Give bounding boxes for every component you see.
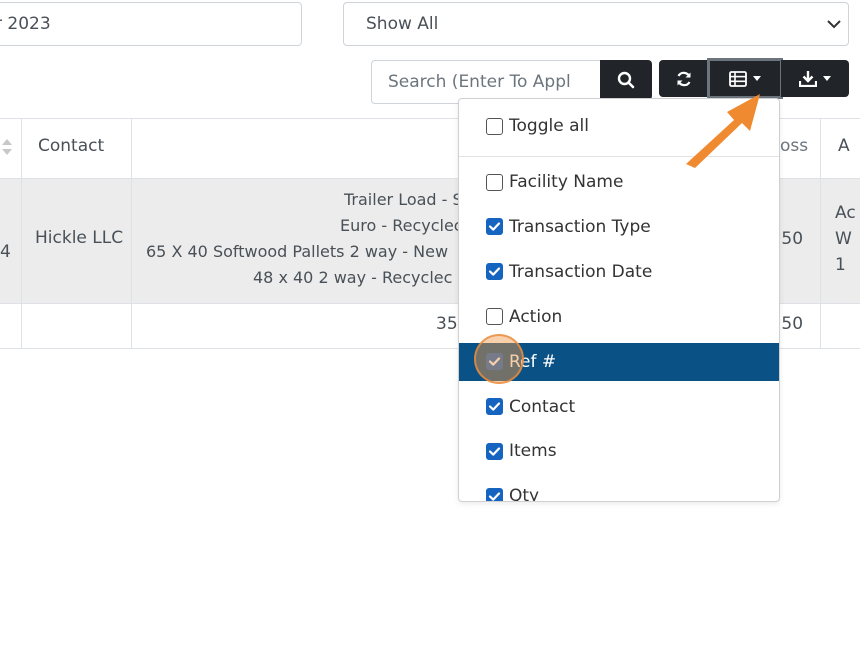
export-button[interactable] (781, 60, 849, 97)
check-icon (488, 222, 501, 232)
search-icon (617, 71, 635, 89)
click-indicator (474, 334, 524, 384)
checkbox[interactable] (486, 173, 503, 191)
row-contact-cell: Hickle LLC (35, 228, 124, 248)
menu-item-transaction-date[interactable]: Transaction Date (459, 253, 779, 291)
menu-item-qty[interactable]: Qty (459, 477, 779, 502)
item-line: Trailer Load - S (344, 190, 463, 209)
checkbox[interactable] (486, 487, 503, 501)
column-divider (21, 118, 22, 348)
row-action-line: W (835, 229, 852, 249)
date-range-input[interactable]: r 2023 (0, 2, 302, 46)
columns-icon (729, 70, 747, 87)
menu-item-label: Facility Name (509, 172, 624, 192)
checkbox[interactable] (486, 218, 503, 236)
check-icon (488, 447, 501, 456)
download-icon (799, 71, 817, 87)
checkbox[interactable] (486, 398, 503, 415)
checkbox[interactable] (486, 442, 503, 460)
sort-icon[interactable] (1, 137, 13, 157)
item-line: 48 x 40 2 way - Recyclec (253, 268, 453, 287)
checkbox[interactable] (486, 308, 503, 326)
menu-item-contact[interactable]: Contact (459, 388, 779, 426)
column-divider (131, 118, 132, 348)
header-gross[interactable]: oss (780, 136, 808, 156)
menu-item-action[interactable]: Action (459, 298, 779, 336)
header-contact[interactable]: Contact (38, 136, 104, 156)
show-filter-value: Show All (366, 14, 439, 34)
checkbox[interactable] (486, 117, 503, 135)
show-filter-select[interactable]: Show All (343, 2, 849, 46)
menu-item-label: Contact (509, 396, 576, 417)
total-qty-cell: 35 (436, 314, 458, 334)
menu-item-items[interactable]: Items (459, 432, 779, 470)
menu-item-label: Items (509, 441, 557, 462)
check-icon (488, 267, 501, 276)
caret-down-icon (823, 76, 831, 81)
refresh-icon (677, 71, 691, 86)
menu-item-label: Toggle all (509, 116, 589, 136)
check-icon (488, 402, 501, 411)
column-divider (820, 118, 821, 348)
row-amount-cell: .50 (776, 229, 804, 249)
search-button[interactable] (600, 60, 652, 100)
row-action-line: 1 (835, 255, 846, 275)
item-line: Euro - Recyclec (340, 216, 463, 235)
check-icon (488, 492, 501, 501)
checkbox[interactable] (486, 263, 503, 281)
menu-item-label: Action (509, 306, 563, 327)
menu-item-label: Qty (509, 486, 540, 502)
row-action-line: Ac (835, 203, 856, 223)
chevron-down-icon (827, 20, 841, 29)
caret-down-icon (753, 76, 761, 81)
menu-item-label: Transaction Date (509, 261, 653, 282)
header-action[interactable]: A (838, 136, 850, 156)
total-amount-cell: .50 (776, 314, 804, 334)
item-line: 65 X 40 Softwood Pallets 2 way - New (146, 242, 449, 261)
pointer-arrow-icon (686, 94, 760, 168)
row-ref-cell: 4 (0, 242, 11, 262)
menu-item-transaction-type[interactable]: Transaction Type (459, 208, 779, 246)
menu-item-label: Transaction Type (509, 216, 651, 237)
